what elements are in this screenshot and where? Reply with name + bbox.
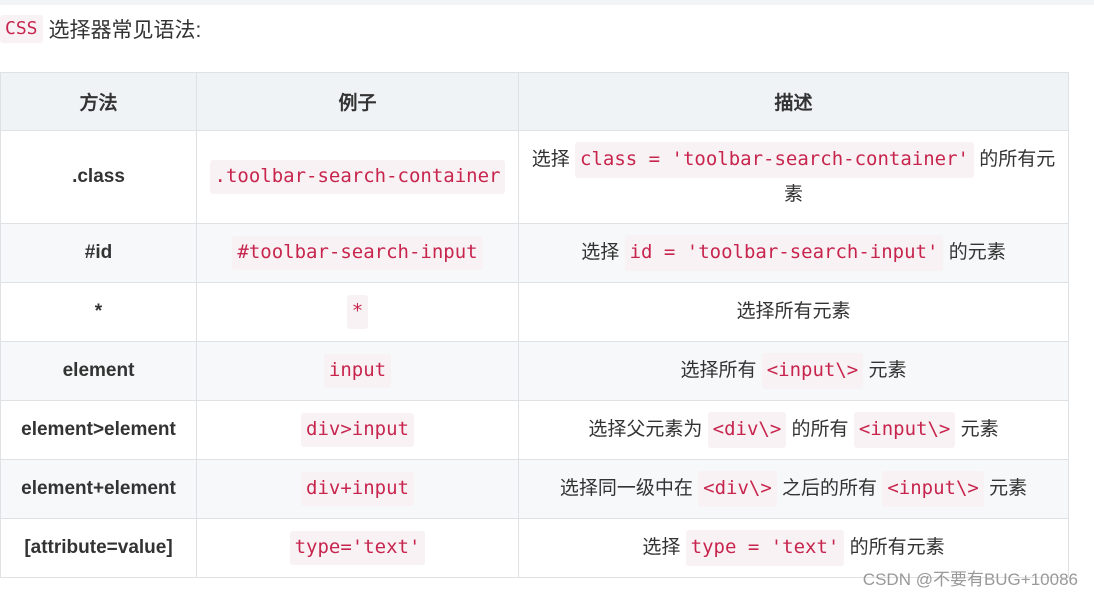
watermark: CSDN @不要有BUG+10086 <box>862 570 1078 589</box>
desc-code: <input\> <box>853 412 956 448</box>
heading-text: 选择器常见语法: <box>48 19 202 42</box>
header-description: 描述 <box>518 72 1069 131</box>
example-cell: * <box>196 282 519 342</box>
description-cell: 选择所有 <input\> 元素 <box>518 341 1069 401</box>
example-code: input <box>323 354 392 388</box>
desc-text: 的所有元素 <box>844 537 945 559</box>
desc-code: class = 'toolbar-search-container' <box>575 142 974 178</box>
method-cell: [attribute=value] <box>0 518 197 578</box>
method-cell: * <box>0 282 197 342</box>
example-code: .toolbar-search-container <box>209 160 506 194</box>
table-row: element+element div+input 选择同一级中在 <div\>… <box>0 459 1069 519</box>
header-example: 例子 <box>196 72 519 131</box>
description-cell: 选择 id = 'toolbar-search-input' 的元素 <box>518 223 1069 283</box>
example-code: div+input <box>301 472 414 506</box>
example-code: type='text' <box>289 531 426 565</box>
method-cell: element>element <box>0 400 197 460</box>
desc-text: 元素 <box>983 478 1028 500</box>
desc-text: 之后的所有 <box>776 478 883 500</box>
desc-code: id = 'toolbar-search-input' <box>624 235 944 271</box>
method-cell: element <box>0 341 197 401</box>
desc-text: 选择父元素为 <box>588 419 708 441</box>
table-row: .class .toolbar-search-container 选择 clas… <box>0 130 1069 224</box>
table-header-row: 方法 例子 描述 <box>0 72 1069 131</box>
desc-text: 元素 <box>955 419 999 441</box>
desc-text: 选择所有 <box>680 360 762 382</box>
desc-text: 的元素 <box>943 242 1006 264</box>
desc-text: 元素 <box>863 360 907 382</box>
example-cell: .toolbar-search-container <box>196 130 519 224</box>
example-cell: div>input <box>196 400 519 460</box>
example-code: * <box>346 295 369 329</box>
method-cell: #id <box>0 223 197 283</box>
example-cell: type='text' <box>196 518 519 578</box>
desc-text: 选择 <box>531 149 576 171</box>
top-divider <box>0 0 1094 5</box>
example-code: div>input <box>301 413 414 447</box>
desc-text: 选择同一级中在 <box>559 478 699 500</box>
heading-code: CSS <box>0 15 43 43</box>
desc-code: <div\> <box>698 471 777 507</box>
example-cell: #toolbar-search-input <box>196 223 519 283</box>
section-heading: CSS 选择器常见语法: <box>0 12 201 46</box>
header-method: 方法 <box>0 72 197 131</box>
css-selector-table: 方法 例子 描述 .class .toolbar-search-containe… <box>0 72 1069 578</box>
description-cell: 选择父元素为 <div\> 的所有 <input\> 元素 <box>518 400 1069 460</box>
method-cell: .class <box>0 130 197 224</box>
table-row: #id #toolbar-search-input 选择 id = 'toolb… <box>0 223 1069 283</box>
method-cell: element+element <box>0 459 197 519</box>
example-cell: div+input <box>196 459 519 519</box>
desc-code: <div\> <box>707 412 787 448</box>
example-code: #toolbar-search-input <box>232 236 483 270</box>
desc-text: 选择 <box>581 242 625 264</box>
table-row: * * 选择所有元素 <box>0 282 1069 342</box>
table-row: element>element div>input 选择父元素为 <div\> … <box>0 400 1069 460</box>
description-cell: 选择同一级中在 <div\> 之后的所有 <input\> 元素 <box>518 459 1069 519</box>
desc-code: <input\> <box>882 471 984 507</box>
description-cell: 选择所有元素 <box>518 282 1069 342</box>
description-cell: 选择 class = 'toolbar-search-container' 的所… <box>518 130 1069 224</box>
table-row: element input 选择所有 <input\> 元素 <box>0 341 1069 401</box>
desc-text: 选择 <box>642 537 686 559</box>
desc-code: type = 'text' <box>685 530 845 566</box>
desc-code: <input\> <box>761 353 864 389</box>
example-cell: input <box>196 341 519 401</box>
desc-text: 的所有 <box>786 419 854 441</box>
